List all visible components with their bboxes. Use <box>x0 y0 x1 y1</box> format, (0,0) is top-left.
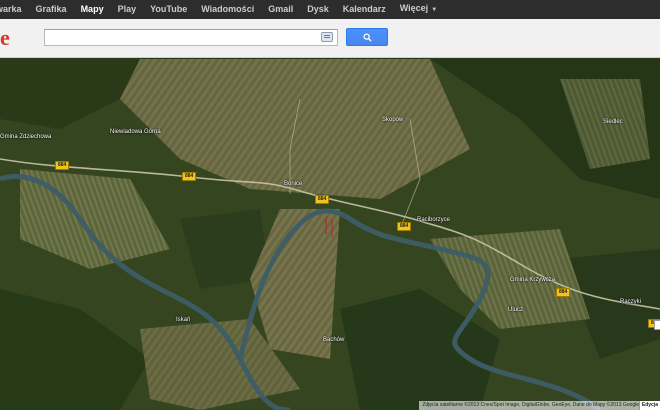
road-shield: 884 <box>556 288 571 297</box>
nav-item-images[interactable]: Grafika <box>29 0 74 19</box>
place-label: Siedlec <box>603 119 623 125</box>
map-attribution: Zdjęcia satelitarne ©2013 Cnes/Spot Imag… <box>419 401 642 410</box>
nav-item-more-label: Więcej <box>399 3 429 13</box>
google-logo[interactable]: e <box>0 27 10 49</box>
chevron-down-icon: ▼ <box>431 7 438 13</box>
map-control-edge[interactable] <box>654 320 660 330</box>
top-navigation-bar: warka Grafika Mapy Play YouTube Wiadomoś… <box>0 0 660 19</box>
nav-item-youtube[interactable]: YouTube <box>143 0 194 19</box>
nav-item-calendar[interactable]: Kalendarz <box>336 0 393 19</box>
place-label: Gmina Krzywcza <box>510 277 556 283</box>
nav-item-more[interactable]: Więcej ▼ <box>393 0 444 20</box>
nav-item-search[interactable]: warka <box>0 0 29 19</box>
edit-map-button[interactable]: Edycja <box>638 401 660 410</box>
road-shield: 884 <box>55 161 70 170</box>
place-label: Iskań <box>176 317 191 323</box>
keyboard-icon[interactable] <box>321 32 333 42</box>
search-icon <box>362 32 372 42</box>
place-label: Gmina Zdziechowa <box>0 134 52 140</box>
nav-item-maps[interactable]: Mapy <box>74 0 111 19</box>
road-shield: 884 <box>182 172 197 181</box>
satellite-imagery <box>0 59 660 410</box>
nav-item-play[interactable]: Play <box>111 0 144 19</box>
place-label: Bachów <box>323 337 345 343</box>
road-shield: 884 <box>397 222 412 231</box>
place-label: Niewiadowa Górna <box>110 129 161 135</box>
place-label: Rączyki <box>620 299 642 305</box>
road-shield: 884 <box>315 195 330 204</box>
place-label: Ulucz <box>508 307 524 313</box>
place-label: Skopów <box>382 117 404 123</box>
nav-item-drive[interactable]: Dysk <box>300 0 336 19</box>
search-header: e <box>0 19 660 58</box>
satellite-map[interactable]: Gmina Zdziechowa Niewiadowa Górna Skopów… <box>0 59 660 410</box>
place-label: Bonice <box>284 181 303 187</box>
search-button[interactable] <box>346 28 388 46</box>
place-label: Raciborzyce <box>417 217 451 223</box>
nav-item-gmail[interactable]: Gmail <box>261 0 300 19</box>
search-input[interactable] <box>44 29 338 46</box>
nav-item-news[interactable]: Wiadomości <box>194 0 261 19</box>
